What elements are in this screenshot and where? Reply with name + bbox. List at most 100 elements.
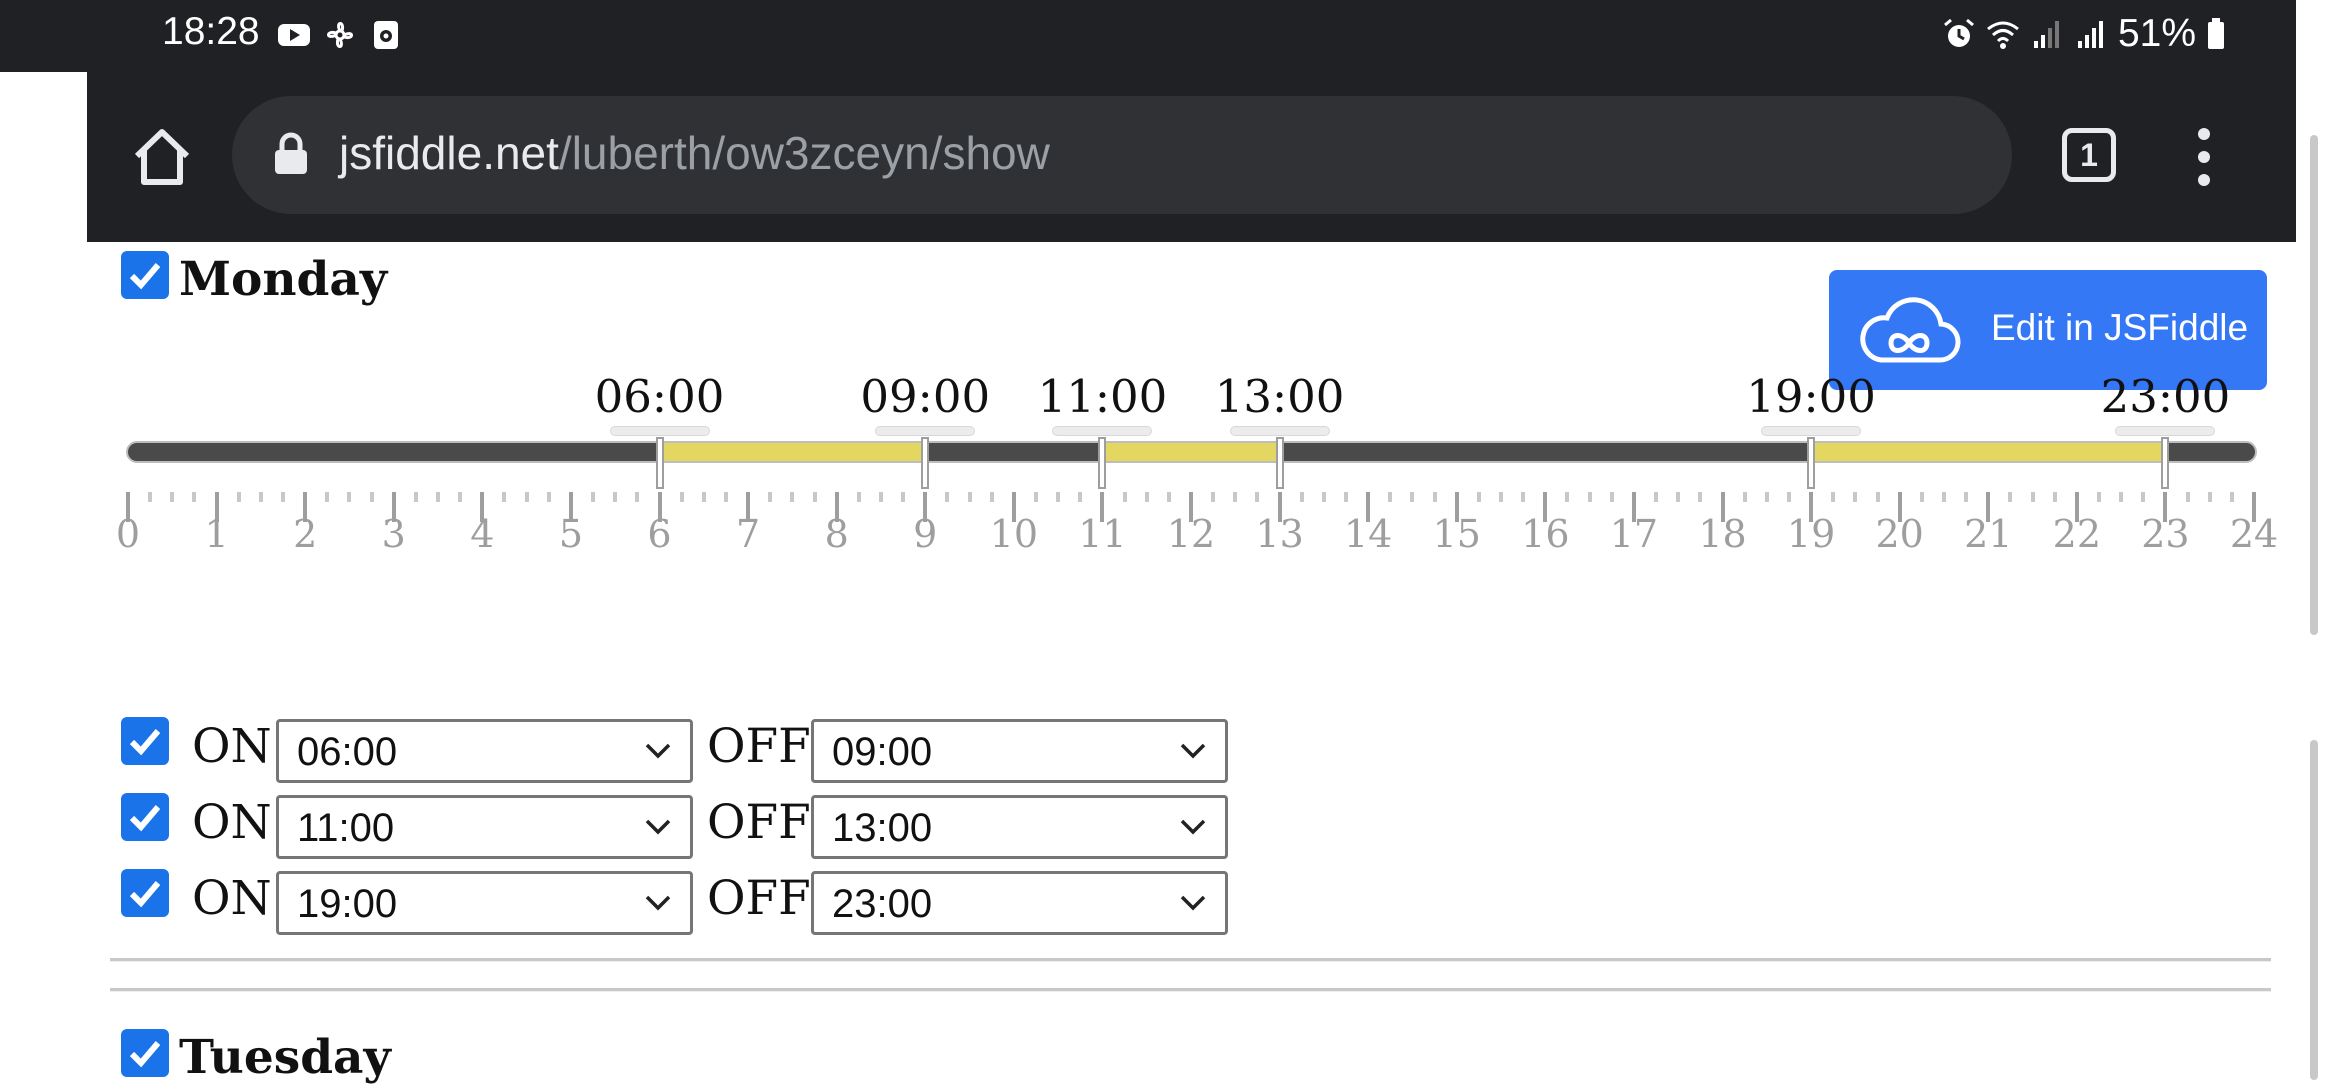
tick-minor [1299,492,1304,502]
off-time-select[interactable]: 23:00 [811,871,1228,935]
off-label: OFF [707,719,811,774]
divider-line [110,958,2271,962]
slider-handle[interactable] [921,437,930,489]
off-label: OFF [707,871,811,926]
tick-label: 21 [1964,512,2013,556]
tick-minor [613,492,618,502]
youtube-icon [278,24,310,46]
tick-minor [790,492,795,502]
tick-minor [2141,492,2146,502]
tick-label: 5 [558,512,583,556]
active-range-3 [1811,443,2166,461]
edit-button-label: Edit in JSFiddle [1991,307,2249,348]
home-icon[interactable] [127,122,197,192]
signal-icon [2077,21,2103,48]
scrollbar-thumb[interactable] [2310,135,2318,635]
tick-minor [458,492,463,502]
chevron-down-icon [1180,819,1206,835]
address-bar[interactable]: jsfiddle.net/luberth/ow3zceyn/show [232,96,2012,214]
scrollbar-thumb-lower[interactable] [2310,740,2318,1080]
tick-label: 4 [470,512,495,556]
tick-label: 16 [1521,512,1570,556]
check-icon [129,805,161,832]
tick-minor [1078,492,1083,502]
off-label: OFF [707,795,811,850]
tick-minor [2008,492,2013,502]
tick-label: 6 [647,512,672,556]
on-time-value: 06:00 [297,730,398,774]
tick-minor [1122,492,1127,502]
slider-handle[interactable] [1098,437,1107,489]
tick-label: 9 [913,512,938,556]
slider-handle[interactable] [1275,437,1284,489]
tick-minor [281,492,286,502]
check-icon [129,729,161,756]
tick-minor [436,492,441,502]
tab-switcher-button[interactable]: 1 [2062,128,2116,182]
tick-minor [192,492,197,502]
tick-minor [1432,492,1437,502]
tick-minor [989,492,994,502]
page-scrollbar[interactable] [2296,0,2340,1080]
on-label: ON [192,871,272,926]
off-time-select[interactable]: 13:00 [811,795,1228,859]
alarm-icon [1943,18,1974,47]
jsfiddle-cloud-icon [1860,297,1961,363]
on-time-select[interactable]: 11:00 [276,795,693,859]
tick-minor [1676,492,1681,502]
handle-time-label: 23:00 [2100,370,2231,423]
off-time-value: 23:00 [832,882,933,926]
on-time-select[interactable]: 19:00 [276,871,693,935]
tick-minor [1853,492,1858,502]
tick-minor [2229,492,2234,502]
tick-label: 1 [204,512,229,556]
tick-minor [1521,492,1526,502]
tick-minor [1499,492,1504,502]
slider-handle[interactable] [1807,437,1816,489]
tick-label: 11 [1078,512,1127,556]
on-time-select[interactable]: 06:00 [276,719,693,783]
row-enable-checkbox[interactable] [121,793,169,841]
tick-label: 24 [2229,512,2279,556]
on-label: ON [192,719,272,774]
tick-minor [878,492,883,502]
tick-minor [1233,492,1238,502]
tick-minor [325,492,330,502]
app-icon [374,21,398,49]
chevron-down-icon [645,895,671,911]
row-enable-checkbox[interactable] [121,869,169,917]
tick-label: 15 [1432,512,1481,556]
tick-minor [1609,492,1614,502]
tick-minor [701,492,706,502]
slider-handle[interactable] [655,437,664,489]
handle-tooltip-pill [1761,426,1862,436]
handle-tooltip-pill [2115,426,2216,436]
battery-text: 51% [2117,12,2196,55]
handle-tooltip-pill [1229,426,1330,436]
slider-handle[interactable] [2161,437,2170,489]
tick-label: 20 [1875,512,1924,556]
more-menu-icon[interactable] [2192,124,2216,190]
tick-label: 0 [115,512,141,556]
tick-minor [502,492,507,502]
row-enable-checkbox[interactable] [121,717,169,765]
tick-label: 19 [1786,512,1836,556]
chevron-down-icon [1180,895,1206,911]
tick-minor [1476,492,1481,502]
tick-minor [2207,492,2212,502]
tick-minor [591,492,596,502]
tick-minor [546,492,551,502]
monday-checkbox[interactable] [121,251,169,299]
tick-label: 23 [2141,512,2190,556]
tick-minor [1144,492,1149,502]
tick-minor [413,492,418,502]
tick-minor [768,492,773,502]
lock-icon [275,132,307,174]
chevron-down-icon [645,819,671,835]
url-text[interactable]: jsfiddle.net/luberth/ow3zceyn/show [339,126,1050,180]
handle-time-label: 19:00 [1746,370,1876,423]
off-time-select[interactable]: 09:00 [811,719,1228,783]
tick-minor [369,492,374,502]
tick-minor [1255,492,1260,502]
tuesday-checkbox[interactable] [121,1029,169,1077]
